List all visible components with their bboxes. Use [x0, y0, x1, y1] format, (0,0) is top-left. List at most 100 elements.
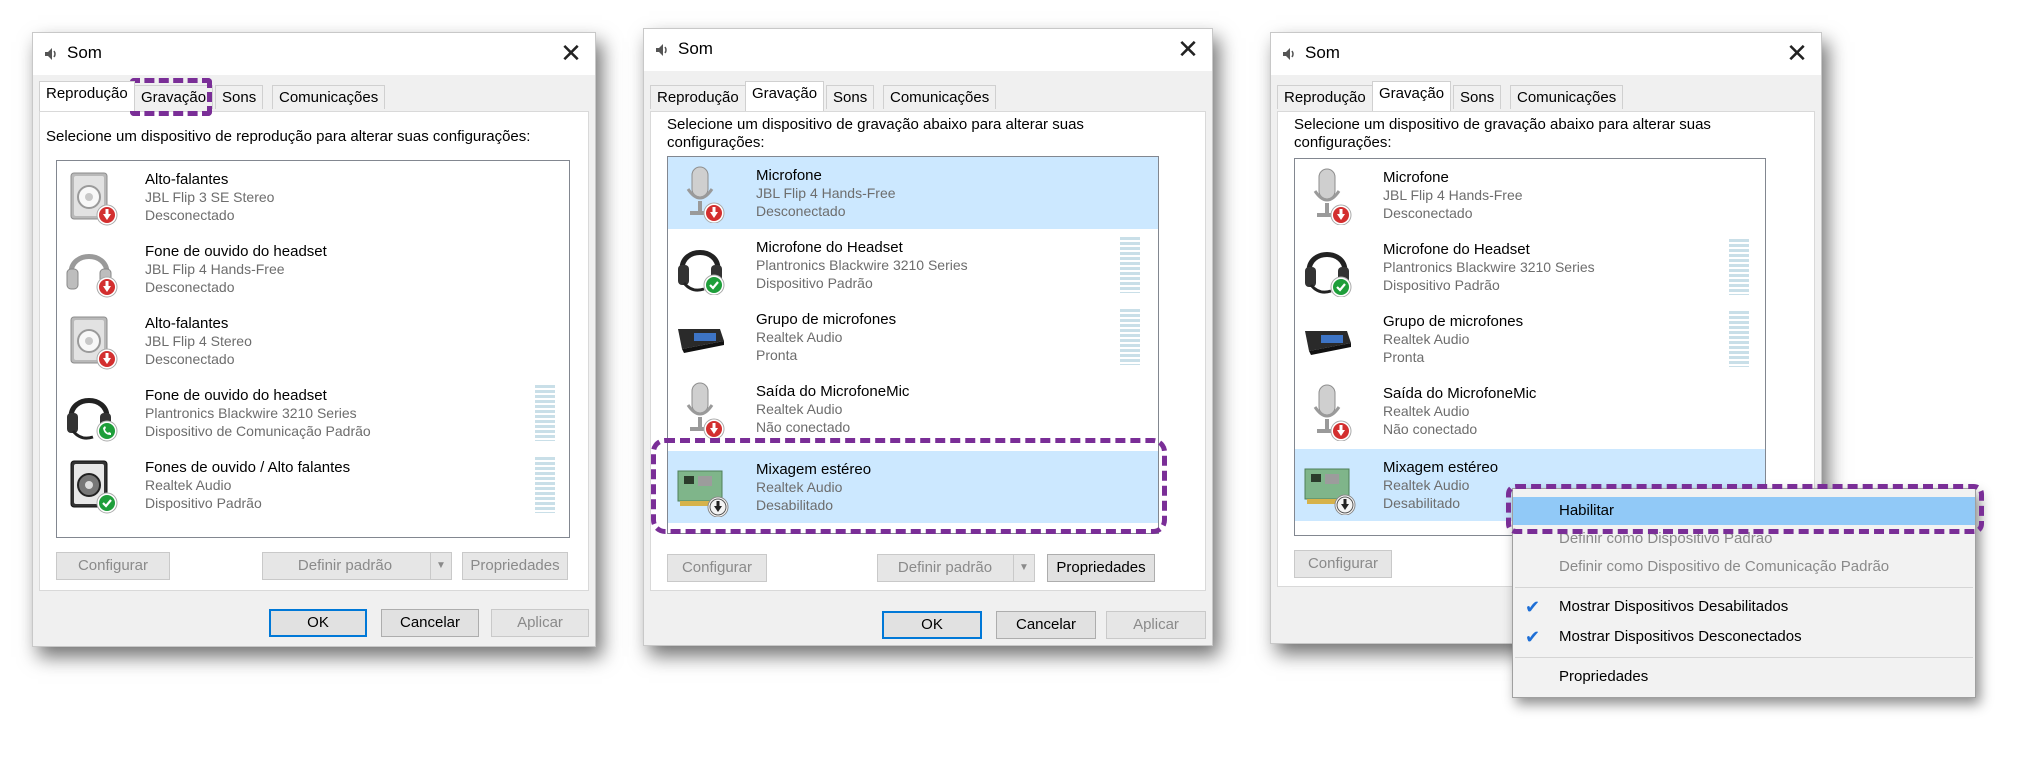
tab-sounds[interactable]: Sons [215, 85, 264, 109]
instruction-text: Selecione um dispositivo de reprodução p… [46, 128, 531, 145]
speaker-icon [70, 172, 118, 226]
properties-button[interactable]: Propriedades [1047, 554, 1155, 582]
microphone-icon [686, 381, 725, 439]
list-item[interactable]: Grupo de microfones Realtek Audio Pronta [1295, 303, 1765, 375]
list-item[interactable]: Microfone JBL Flip 4 Hands-Free Desconec… [1295, 159, 1765, 231]
device-list[interactable]: Alto-falantes JBL Flip 3 SE Stereo Desco… [56, 160, 570, 538]
device-status: Não conectado [756, 419, 851, 435]
device-name: Microfone do Headset [1383, 241, 1530, 258]
configure-button[interactable]: Configurar [667, 554, 767, 582]
mic-array-icon [678, 329, 724, 353]
device-name: Fones de ouvido / Alto falantes [145, 459, 351, 476]
tab-playback[interactable]: Reprodução [39, 81, 135, 111]
menu-item-show-disconnected[interactable]: ✔ Mostrar Dispositivos Desconectados [1513, 623, 1975, 651]
highlight-recording-tab [130, 78, 212, 116]
tab-sounds[interactable]: Sons [1453, 85, 1502, 109]
close-icon[interactable]: ✕ [557, 39, 585, 67]
window-title: Som [1305, 43, 1340, 62]
list-item[interactable]: Saída do MicrofoneMic Realtek Audio Não … [668, 373, 1158, 445]
close-icon[interactable]: ✕ [1783, 39, 1811, 67]
device-name: Alto-falantes [145, 171, 229, 188]
menu-item-set-default-communication[interactable]: Definir como Dispositivo de Comunicação … [1513, 553, 1975, 581]
device-list[interactable]: Microfone JBL Flip 4 Hands-Free Desconec… [1294, 158, 1766, 536]
device-name: Grupo de microfones [756, 311, 897, 328]
instruction-text: Selecione um dispositivo de gravação aba… [1294, 116, 1711, 152]
level-meter [535, 385, 555, 441]
set-default-button[interactable]: Definir padrão ▼ [877, 554, 1035, 582]
highlight-enable-item [1506, 484, 1984, 534]
headset-icon [674, 235, 726, 295]
tab-communications[interactable]: Comunicações [272, 85, 386, 109]
configure-button[interactable]: Configurar [1294, 550, 1392, 578]
menu-item-properties[interactable]: Propriedades [1513, 663, 1975, 691]
apply-button[interactable]: Aplicar [1106, 611, 1206, 639]
level-meter [1729, 311, 1749, 367]
device-status: Dispositivo Padrão [1383, 277, 1500, 293]
device-description: JBL Flip 4 Hands-Free [756, 185, 896, 201]
apply-button[interactable]: Aplicar [491, 609, 589, 637]
cancel-button[interactable]: Cancelar [996, 611, 1096, 639]
device-description: Plantronics Blackwire 3210 Series [145, 405, 357, 421]
speaker-icon [70, 316, 118, 370]
device-name: Microfone [1383, 169, 1449, 186]
level-meter [1120, 237, 1140, 293]
disconnected-badge-icon [96, 204, 118, 226]
list-item[interactable]: Alto-falantes JBL Flip 4 Stereo Desconec… [57, 305, 569, 377]
list-item[interactable]: Microfone do Headset Plantronics Blackwi… [1295, 231, 1765, 303]
tab-recording[interactable]: Gravação [1372, 81, 1452, 111]
level-meter [535, 457, 555, 513]
tab-playback[interactable]: Reprodução [1277, 85, 1373, 109]
list-item[interactable]: Microfone do Headset Plantronics Blackwi… [668, 229, 1158, 301]
checkmark-icon: ✔ [1525, 627, 1541, 647]
tab-communications[interactable]: Comunicações [883, 85, 997, 109]
device-name: Mixagem estéreo [1383, 459, 1499, 476]
sound-card-icon [1304, 468, 1356, 515]
list-item[interactable]: Fones de ouvido / Alto falantes Realtek … [57, 449, 569, 521]
device-description: Plantronics Blackwire 3210 Series [756, 257, 968, 273]
list-item[interactable]: Alto-falantes JBL Flip 3 SE Stereo Desco… [57, 161, 569, 233]
list-item[interactable]: Fone de ouvido do headset Plantronics Bl… [57, 377, 569, 449]
chevron-down-icon[interactable]: ▼ [430, 553, 451, 579]
set-default-button[interactable]: Definir padrão ▼ [262, 552, 452, 580]
menu-separator [1515, 587, 1973, 588]
menu-item-show-disabled[interactable]: ✔ Mostrar Dispositivos Desabilitados [1513, 593, 1975, 621]
device-status: Desconectado [1383, 205, 1473, 221]
configure-button[interactable]: Configurar [56, 552, 170, 580]
device-description: Realtek Audio [1383, 403, 1470, 419]
instruction-line: configurações: [1294, 134, 1392, 151]
list-item[interactable]: Microfone JBL Flip 4 Hands-Free Desconec… [668, 157, 1158, 229]
ok-button[interactable]: OK [269, 609, 367, 637]
device-status: Dispositivo Padrão [756, 275, 873, 291]
ok-button[interactable]: OK [882, 611, 982, 639]
speaker-app-icon [1283, 48, 1294, 60]
device-status: Pronta [756, 347, 798, 363]
tab-recording[interactable]: Gravação [745, 81, 825, 111]
tab-playback[interactable]: Reprodução [650, 85, 746, 109]
device-name: Fone de ouvido do headset [145, 387, 327, 404]
instruction-line: configurações: [667, 134, 765, 151]
device-status: Desconectado [145, 351, 235, 367]
device-status: Desconectado [145, 207, 235, 223]
device-status: Desconectado [145, 279, 235, 295]
device-description: Realtek Audio [756, 401, 843, 417]
close-icon[interactable]: ✕ [1174, 35, 1202, 63]
level-meter [1120, 309, 1140, 365]
list-item[interactable]: Saída do MicrofoneMic Realtek Audio Não … [1295, 375, 1765, 447]
properties-button[interactable]: Propriedades [462, 552, 568, 580]
microphone-icon [1313, 383, 1352, 441]
device-description: Plantronics Blackwire 3210 Series [1383, 259, 1595, 275]
device-description: JBL Flip 4 Hands-Free [1383, 187, 1523, 203]
cancel-button[interactable]: Cancelar [381, 609, 479, 637]
tab-sounds[interactable]: Sons [826, 85, 875, 109]
chevron-down-icon[interactable]: ▼ [1013, 555, 1034, 581]
device-description: Realtek Audio [1383, 331, 1470, 347]
list-item[interactable]: Grupo de microfones Realtek Audio Pronta [668, 301, 1158, 373]
microphone-icon [686, 165, 725, 223]
level-meter [1729, 239, 1749, 295]
list-item[interactable]: Fone de ouvido do headset JBL Flip 4 Han… [57, 233, 569, 305]
headset-icon [63, 383, 118, 442]
checkmark-icon: ✔ [1525, 597, 1541, 617]
tab-communications[interactable]: Comunicações [1510, 85, 1624, 109]
mic-array-icon [1305, 331, 1351, 355]
set-default-label: Definir padrão [897, 559, 993, 576]
